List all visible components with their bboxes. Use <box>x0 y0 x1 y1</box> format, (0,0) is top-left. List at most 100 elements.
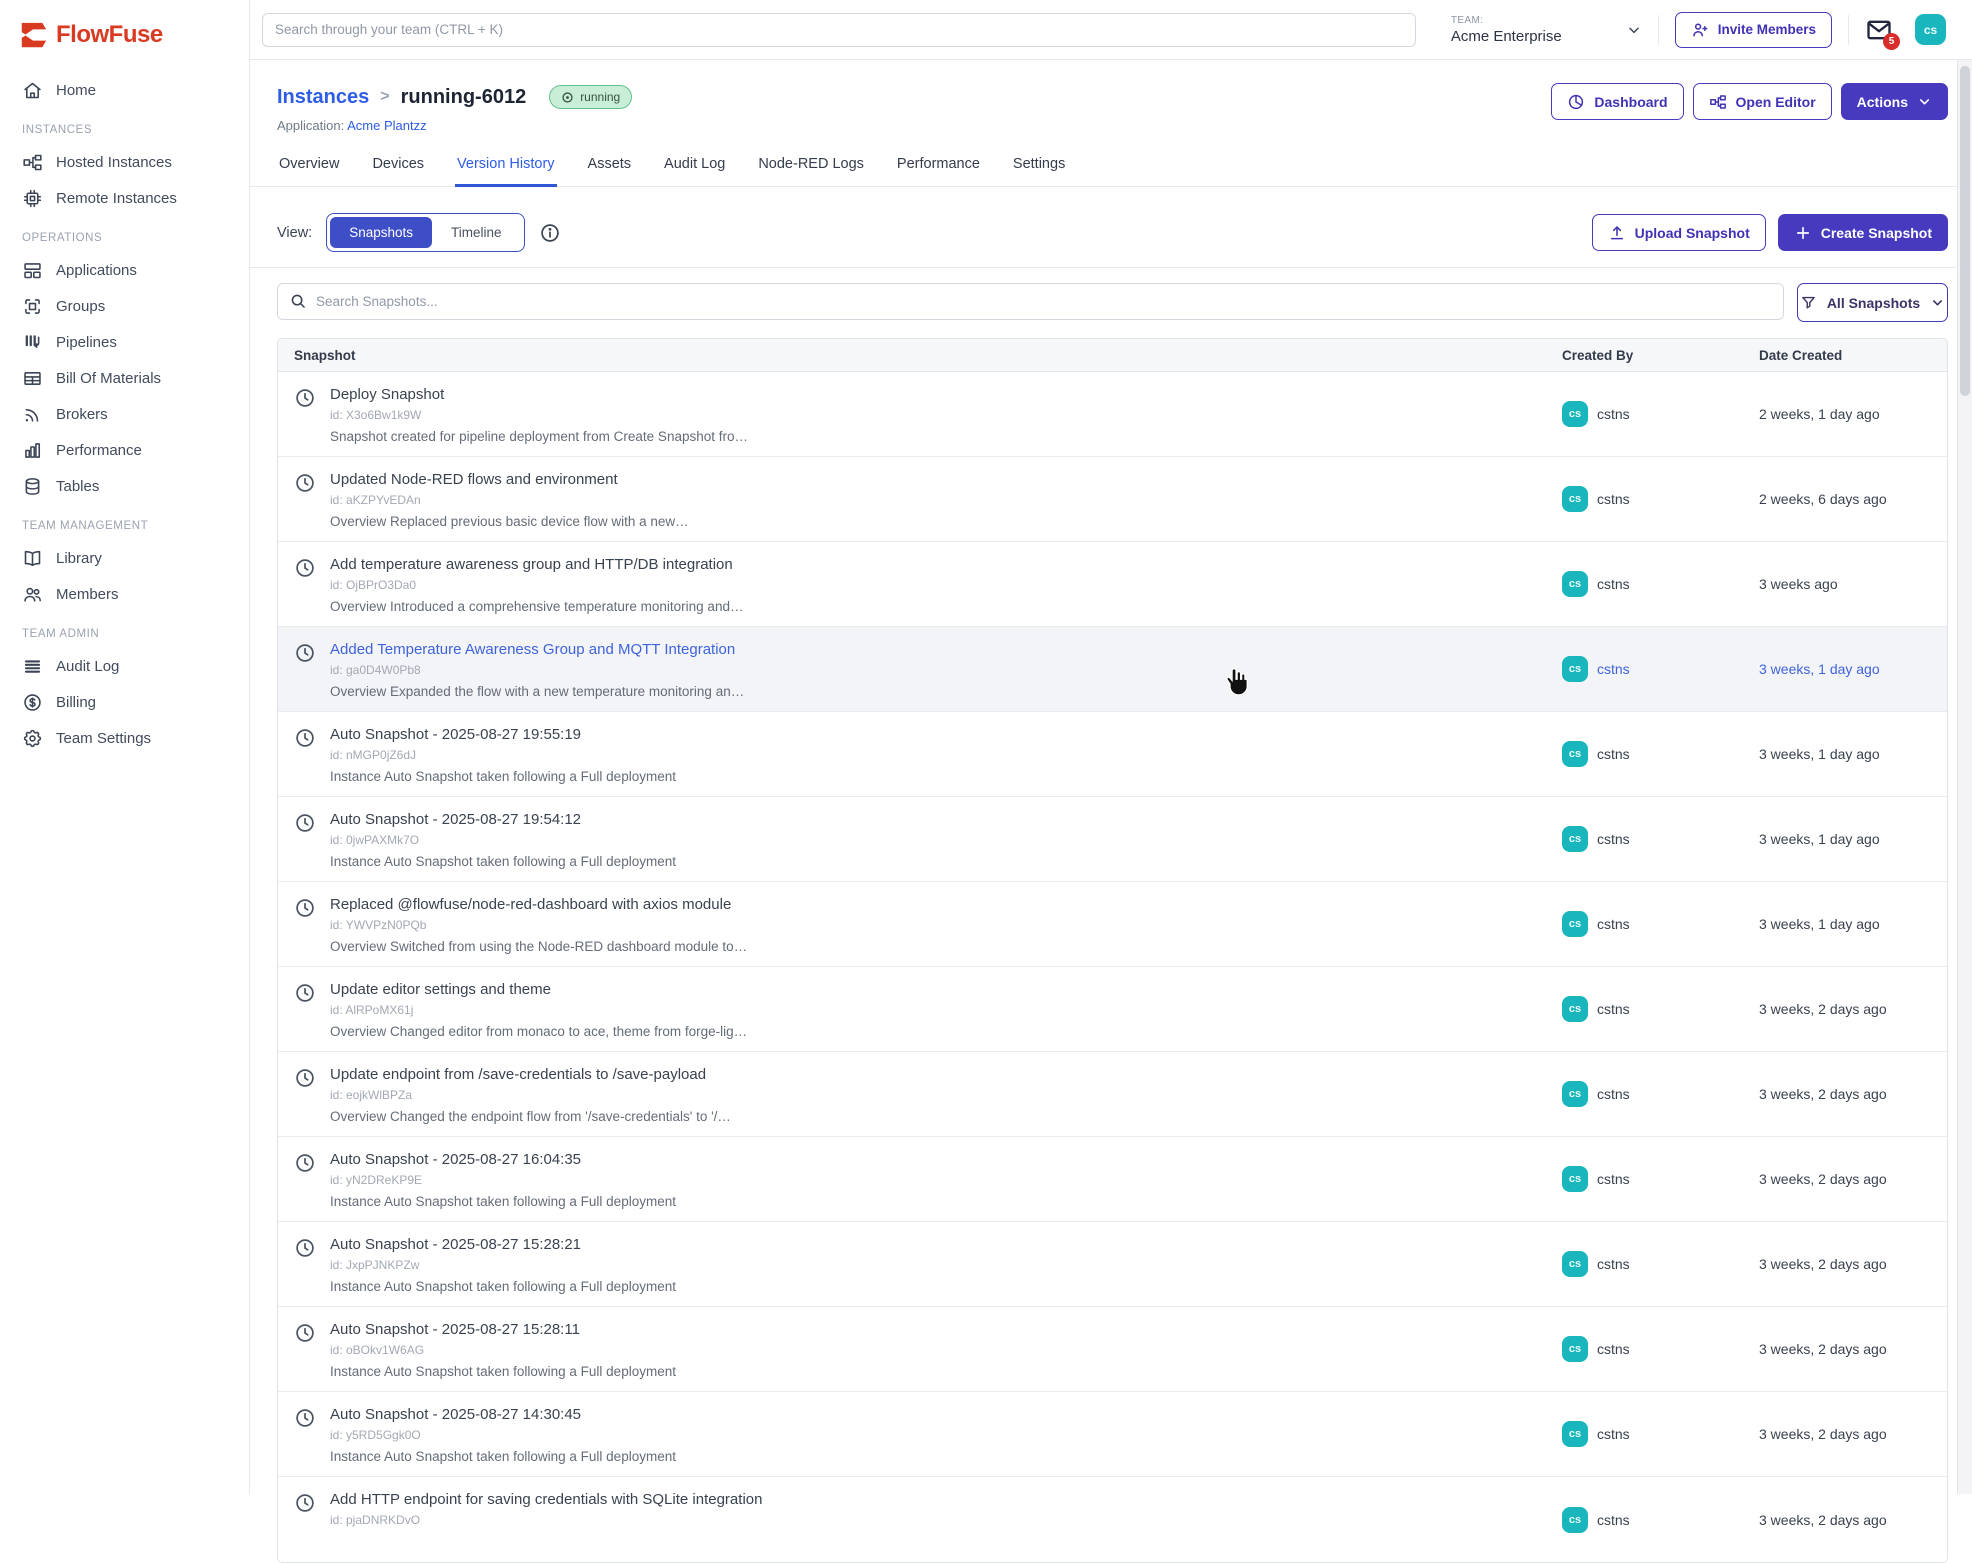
creator-avatar: cs <box>1562 401 1588 427</box>
sidebar-section-instances: INSTANCES <box>22 124 237 136</box>
application-link[interactable]: Acme Plantzz <box>347 118 426 133</box>
topbar-right: TEAM: Acme Enterprise Invite Members 5 c… <box>1427 12 1960 48</box>
snapshot-cell: Update editor settings and theme id: AlR… <box>278 967 1562 1051</box>
table-row[interactable]: Added Temperature Awareness Group and MQ… <box>278 627 1947 712</box>
creator-name: cstns <box>1597 576 1630 592</box>
creator-avatar: cs <box>1562 1081 1588 1107</box>
team-selector[interactable]: TEAM: Acme Enterprise <box>1451 15 1562 45</box>
tab-devices[interactable]: Devices <box>370 150 426 187</box>
tab-performance[interactable]: Performance <box>895 150 982 187</box>
snapshot-title[interactable]: Auto Snapshot - 2025-08-27 19:55:19 <box>330 726 676 743</box>
table-row[interactable]: Auto Snapshot - 2025-08-27 14:30:45 id: … <box>278 1392 1947 1477</box>
sidebar-item-tables[interactable]: Tables <box>12 470 237 503</box>
table-row[interactable]: Auto Snapshot - 2025-08-27 16:04:35 id: … <box>278 1137 1947 1222</box>
flowfuse-logo[interactable]: FlowFuse <box>0 0 249 56</box>
table-row[interactable]: Replaced @flowfuse/node-red-dashboard wi… <box>278 882 1947 967</box>
table-row[interactable]: Update endpoint from /save-credentials t… <box>278 1052 1947 1137</box>
breadcrumb-instances-link[interactable]: Instances <box>277 86 369 109</box>
user-avatar[interactable]: cs <box>1915 14 1946 45</box>
snapshot-title[interactable]: Deploy Snapshot <box>330 386 748 403</box>
notifications-button[interactable]: 5 <box>1865 16 1893 44</box>
table-row[interactable]: Updated Node-RED flows and environment i… <box>278 457 1947 542</box>
view-option-timeline[interactable]: Timeline <box>432 217 521 248</box>
chevron-down-icon <box>1917 94 1932 109</box>
sidebar-item-bill-of-materials[interactable]: Bill Of Materials <box>12 362 237 395</box>
snapshot-cell: Add HTTP endpoint for saving credentials… <box>278 1477 1562 1562</box>
created-by-cell: cs cstns <box>1562 882 1759 966</box>
table-row[interactable]: Auto Snapshot - 2025-08-27 19:54:12 id: … <box>278 797 1947 882</box>
sidebar-item-performance[interactable]: Performance <box>12 434 237 467</box>
snapshot-title[interactable]: Updated Node-RED flows and environment <box>330 471 689 488</box>
tab-audit-log[interactable]: Audit Log <box>662 150 727 187</box>
open-editor-label: Open Editor <box>1736 94 1816 110</box>
snapshot-title[interactable]: Auto Snapshot - 2025-08-27 15:28:11 <box>330 1321 676 1338</box>
snapshot-cell: Auto Snapshot - 2025-08-27 19:54:12 id: … <box>278 797 1562 881</box>
actions-button[interactable]: Actions <box>1841 83 1948 120</box>
table-row[interactable]: Auto Snapshot - 2025-08-27 15:28:21 id: … <box>278 1222 1947 1307</box>
divider <box>1658 15 1659 45</box>
sidebar-item-team-settings[interactable]: Team Settings <box>12 722 237 755</box>
sidebar-item-label: Remote Instances <box>56 190 177 207</box>
sidebar-item-home[interactable]: Home <box>12 74 237 107</box>
table-row[interactable]: Deploy Snapshot id: X3o6Bw1k9W Snapshot … <box>278 372 1947 457</box>
sidebar-item-library[interactable]: Library <box>12 542 237 575</box>
column-header-created-by: Created By <box>1562 348 1759 363</box>
table-row[interactable]: Add temperature awareness group and HTTP… <box>278 542 1947 627</box>
tab-assets[interactable]: Assets <box>586 150 634 187</box>
tab-version-history[interactable]: Version History <box>455 150 557 187</box>
sidebar-item-billing[interactable]: Billing <box>12 686 237 719</box>
snapshot-cell: Add temperature awareness group and HTTP… <box>278 542 1562 626</box>
view-option-snapshots[interactable]: Snapshots <box>330 217 432 248</box>
creator-avatar: cs <box>1562 741 1588 767</box>
sidebar-item-brokers[interactable]: Brokers <box>12 398 237 431</box>
info-icon[interactable] <box>539 222 561 244</box>
snapshot-description: Instance Auto Snapshot taken following a… <box>330 1449 676 1464</box>
table-row[interactable]: Add HTTP endpoint for saving credentials… <box>278 1477 1947 1562</box>
pipelines-icon <box>22 332 43 353</box>
snapshot-search-input[interactable] <box>277 283 1784 320</box>
snapshot-title[interactable]: Update endpoint from /save-credentials t… <box>330 1066 731 1083</box>
tab-overview[interactable]: Overview <box>277 150 341 187</box>
table-row[interactable]: Auto Snapshot - 2025-08-27 19:55:19 id: … <box>278 712 1947 797</box>
date-created-cell: 3 weeks, 2 days ago <box>1759 1222 1947 1306</box>
snapshot-title[interactable]: Added Temperature Awareness Group and MQ… <box>330 641 744 658</box>
team-search-input[interactable] <box>262 13 1416 47</box>
scrollbar-thumb[interactable] <box>1960 66 1970 396</box>
created-by-cell: cs cstns <box>1562 627 1759 711</box>
open-editor-button[interactable]: Open Editor <box>1693 83 1832 120</box>
table-row[interactable]: Auto Snapshot - 2025-08-27 15:28:11 id: … <box>278 1307 1947 1392</box>
create-snapshot-button[interactable]: Create Snapshot <box>1778 214 1948 251</box>
upload-snapshot-button[interactable]: Upload Snapshot <box>1592 214 1766 251</box>
snapshot-title[interactable]: Auto Snapshot - 2025-08-27 14:30:45 <box>330 1406 676 1423</box>
sidebar-item-remote-instances[interactable]: Remote Instances <box>12 182 237 215</box>
sidebar-item-groups[interactable]: Groups <box>12 290 237 323</box>
sidebar-item-members[interactable]: Members <box>12 578 237 611</box>
application-line: Application: Acme Plantzz <box>277 118 1948 133</box>
snapshot-title[interactable]: Replaced @flowfuse/node-red-dashboard wi… <box>330 896 747 913</box>
chevron-down-icon[interactable] <box>1626 22 1642 38</box>
snapshot-title[interactable]: Auto Snapshot - 2025-08-27 16:04:35 <box>330 1151 676 1168</box>
divider <box>250 267 1972 268</box>
snapshot-search-row: All Snapshots <box>277 283 1948 322</box>
snapshot-title[interactable]: Update editor settings and theme <box>330 981 747 998</box>
sidebar-item-applications[interactable]: Applications <box>12 254 237 287</box>
clock-icon <box>294 982 316 1004</box>
created-by-cell: cs cstns <box>1562 967 1759 1051</box>
sidebar-item-hosted-instances[interactable]: Hosted Instances <box>12 146 237 179</box>
tab-node-red-logs[interactable]: Node-RED Logs <box>756 150 866 187</box>
dashboard-button[interactable]: Dashboard <box>1551 83 1683 120</box>
snapshot-filter-dropdown[interactable]: All Snapshots <box>1797 283 1948 322</box>
snapshot-id: id: eojkWlBPZa <box>330 1088 731 1102</box>
tab-settings[interactable]: Settings <box>1011 150 1067 187</box>
sidebar-item-label: Hosted Instances <box>56 154 172 171</box>
snapshot-title[interactable]: Add temperature awareness group and HTTP… <box>330 556 743 573</box>
snapshot-title[interactable]: Auto Snapshot - 2025-08-27 15:28:21 <box>330 1236 676 1253</box>
snapshot-description: Overview Replaced previous basic device … <box>330 514 689 529</box>
sidebar-item-audit-log[interactable]: Audit Log <box>12 650 237 683</box>
snapshot-title[interactable]: Auto Snapshot - 2025-08-27 19:54:12 <box>330 811 676 828</box>
invite-members-button[interactable]: Invite Members <box>1675 12 1832 48</box>
scrollbar[interactable] <box>1957 60 1972 1494</box>
snapshot-texts: Added Temperature Awareness Group and MQ… <box>330 641 744 711</box>
sidebar-item-pipelines[interactable]: Pipelines <box>12 326 237 359</box>
table-row[interactable]: Update editor settings and theme id: AlR… <box>278 967 1947 1052</box>
